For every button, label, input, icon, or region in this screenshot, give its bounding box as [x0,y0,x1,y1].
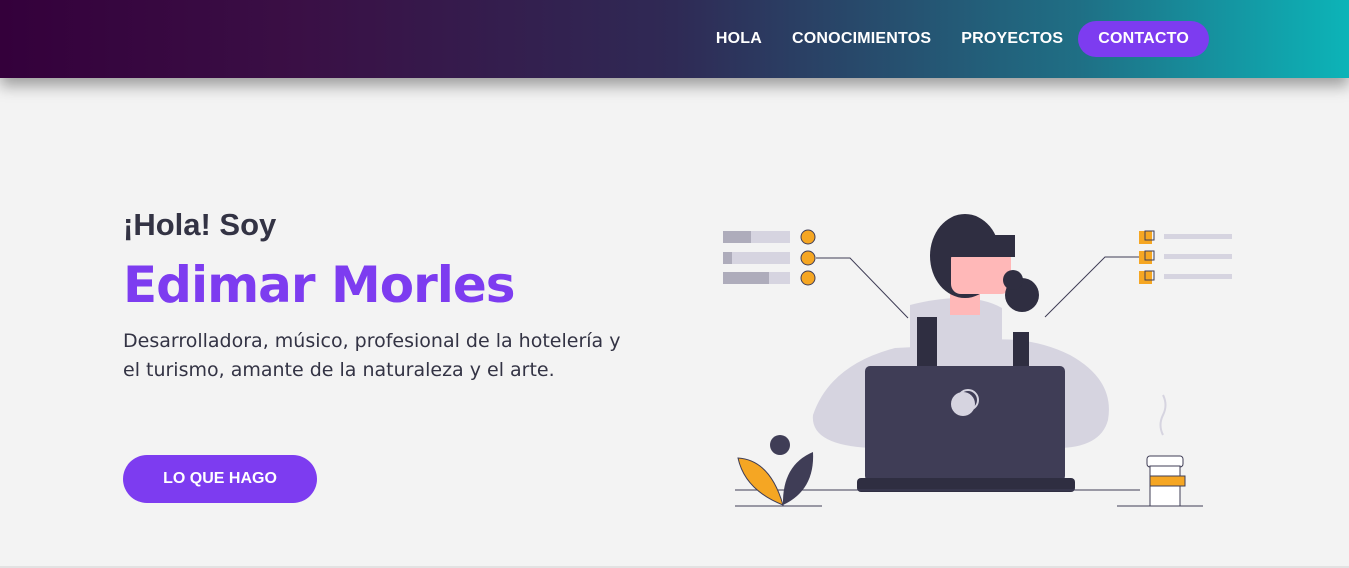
hero-text: ¡Hola! Soy Edimar Morles Desarrolladora,… [123,205,643,385]
what-i-do-button[interactable]: LO QUE HAGO [123,455,317,503]
plant-icon [735,435,822,507]
hero-name: Edimar Morles [123,256,516,314]
nav-link-contacto-button[interactable]: CONTACTO [1078,21,1209,57]
nav-link-proyectos[interactable]: PROYECTOS [946,21,1078,57]
hero-description: Desarrolladora, músico, profesional de l… [123,330,621,381]
left-checklist-icon [723,229,909,319]
right-checklist-icon [1044,230,1232,318]
navbar: HOLA CONOCIMIENTOS PROYECTOS CONTACTO [0,0,1349,78]
nav-link-hola[interactable]: HOLA [701,21,777,57]
nav-link-conocimientos[interactable]: CONOCIMIENTOS [777,21,946,57]
laptop-icon [857,366,1075,492]
nav-links: HOLA CONOCIMIENTOS PROYECTOS CONTACTO [701,21,1209,57]
coffee-cup-icon [1117,394,1203,507]
developer-illustration [723,214,1232,507]
hero-greeting: ¡Hola! Soy [123,207,277,242]
